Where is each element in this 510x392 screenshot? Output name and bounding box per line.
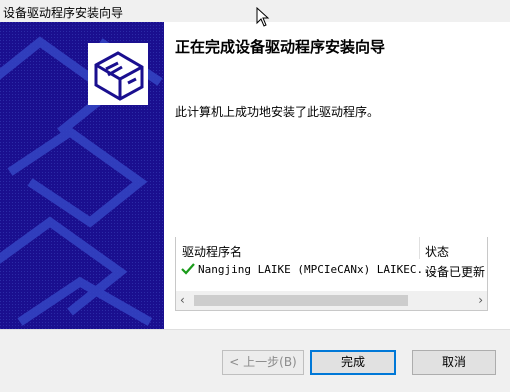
list-item[interactable]: Nangjing LAIKE (MPCIeCANx) LAIKEC... 设备已… (176, 261, 487, 279)
column-header-driver-name[interactable]: 驱动程序名 (182, 243, 242, 260)
page-title: 正在完成设备驱动程序安装向导 (175, 38, 386, 56)
back-button[interactable]: < 上一步(B) (222, 350, 304, 375)
driver-list[interactable]: 驱动程序名 状态 Nangjing LAIKE (MPCIeCANx) LAIK… (175, 237, 488, 311)
cancel-button[interactable]: 取消 (412, 350, 496, 375)
scroll-right-icon[interactable]: › (478, 293, 483, 307)
list-header: 驱动程序名 状态 (176, 237, 487, 259)
driver-name: Nangjing LAIKE (MPCIeCANx) LAIKEC... (198, 263, 437, 276)
column-divider[interactable] (419, 237, 420, 259)
horizontal-scrollbar[interactable]: ‹ › (176, 291, 487, 310)
mouse-cursor-icon (256, 7, 270, 27)
title-bar: 设备驱动程序安装向导 (0, 0, 510, 22)
button-bar: < 上一步(B) 完成 取消 (0, 329, 510, 392)
hardware-card-icon (88, 43, 148, 105)
scrollbar-thumb[interactable] (194, 295, 408, 306)
scroll-left-icon[interactable]: ‹ (180, 293, 185, 307)
driver-status: 设备已更新 (425, 265, 486, 279)
column-header-status[interactable]: 状态 (425, 243, 449, 260)
completion-message: 此计算机上成功地安装了此驱动程序。 (175, 105, 380, 119)
window-title: 设备驱动程序安装向导 (3, 6, 124, 20)
wizard-side-banner (0, 22, 164, 329)
finish-button[interactable]: 完成 (310, 350, 396, 375)
checkmark-icon (181, 263, 195, 275)
